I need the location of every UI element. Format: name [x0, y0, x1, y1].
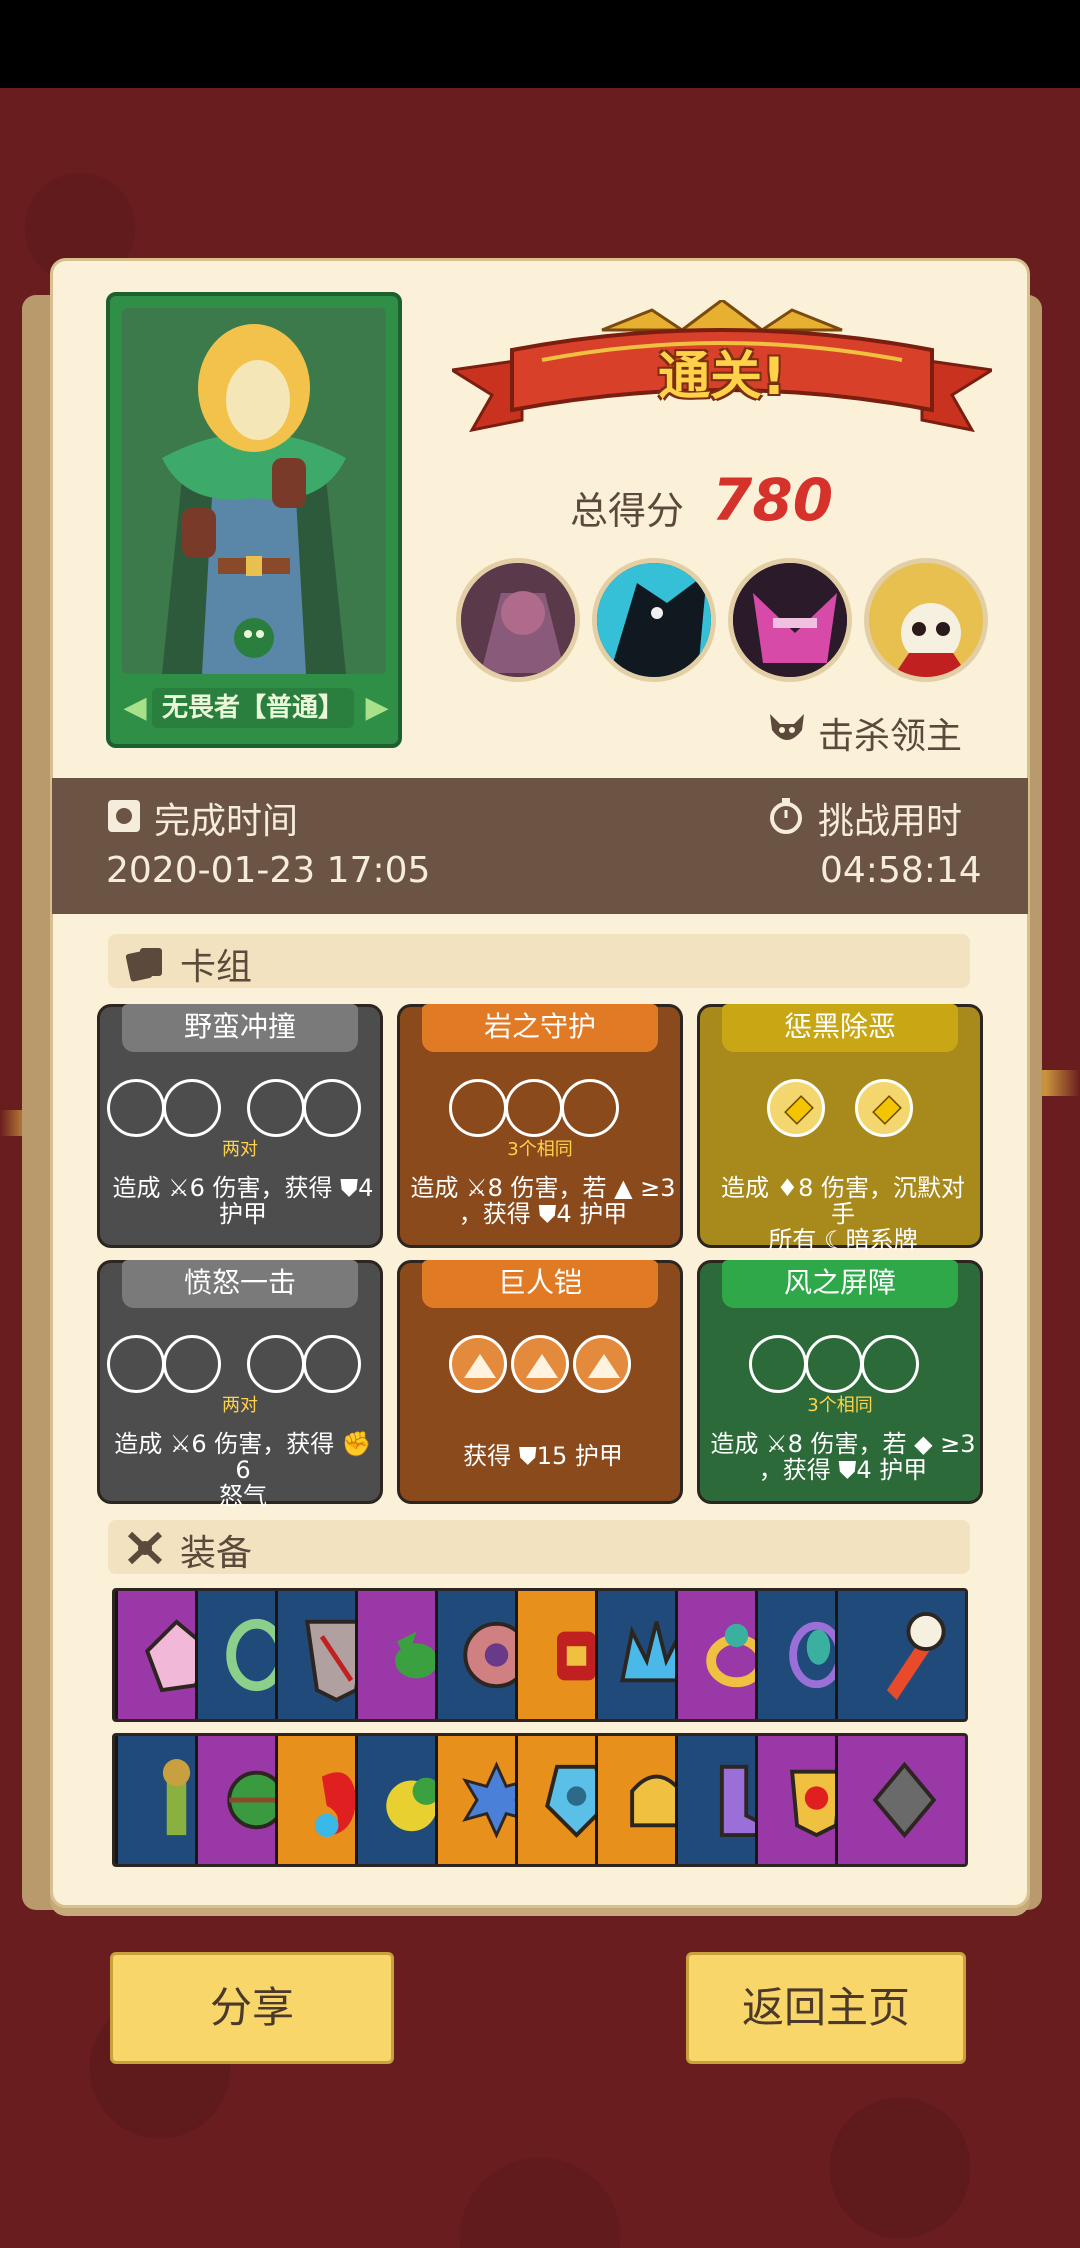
dice-slot — [805, 1335, 863, 1393]
deck-card-condition: 两对 — [222, 1395, 258, 1416]
desc-line: 所有 ☾暗系牌 — [768, 1226, 918, 1254]
deck-card-description: 获得 ⛊15 护甲 — [410, 1443, 676, 1469]
deck-card[interactable]: 风之屏障 3个相同 造成 ⚔8 伤害，若 ◆ ≥3 ，获得 ⛊4 护甲 — [697, 1260, 983, 1504]
deck-card-name: 惩黑除恶 — [722, 1004, 958, 1052]
deck-card-description: 造成 ⚔6 伤害，获得 ✊6 怒气 — [110, 1431, 376, 1509]
dice-slots — [700, 1079, 980, 1137]
dice-slot — [505, 1079, 563, 1137]
deck-card-name: 野蛮冲撞 — [122, 1004, 358, 1052]
desc-line: 造成 ♦8 伤害，沉默对手 — [720, 1174, 966, 1228]
victory-banner: 通关! — [447, 298, 997, 450]
cards-icon — [125, 948, 162, 982]
dice-slot — [303, 1335, 361, 1393]
deck-card[interactable]: 野蛮冲撞 两对 造成 ⚔6 伤害，获得 ⛊4 护甲 — [97, 1004, 383, 1248]
desc-line: ，获得 ⛊4 护甲 — [458, 1200, 628, 1228]
deck-card-description: 造成 ♦8 伤害，沉默对手 所有 ☾暗系牌 — [710, 1175, 976, 1253]
hero-next-arrow-icon[interactable]: ▶ — [362, 688, 392, 728]
desc-line: 造成 ⚔6 伤害，获得 ✊6 — [114, 1430, 372, 1484]
dice-slot — [561, 1079, 619, 1137]
crossed-weapons-icon — [127, 1531, 163, 1565]
share-button[interactable]: 分享 — [110, 1952, 394, 2064]
deck-card[interactable]: 愤怒一击 两对 造成 ⚔6 伤害，获得 ✊6 怒气 — [97, 1260, 383, 1509]
dice-slots — [700, 1335, 980, 1393]
boss-portrait-3[interactable] — [728, 558, 852, 682]
equipment-title: 装备 — [180, 1533, 253, 1574]
time-bar: 完成时间 2020-01-23 17:05 挑战用时 04:58:14 — [52, 778, 1028, 914]
deck-card-description: 造成 ⚔6 伤害，获得 ⛊4 护甲 — [110, 1175, 376, 1227]
hero-name: 无畏者【普通】 — [152, 688, 354, 728]
earth-die-icon — [511, 1335, 569, 1393]
deck-card-condition: 两对 — [222, 1139, 258, 1160]
hero-card[interactable]: ◀ 无畏者【普通】 ▶ — [106, 292, 402, 748]
stopwatch-icon — [770, 798, 802, 834]
calendar-icon — [108, 800, 140, 832]
dice-slots — [100, 1335, 380, 1393]
dice-slot — [247, 1079, 305, 1137]
desc-line: ，获得 ⛊4 护甲 — [758, 1456, 928, 1484]
deck-card-condition: 3个相同 — [507, 1139, 573, 1160]
deck-card-name: 巨人铠 — [422, 1260, 658, 1308]
boss-portrait-2[interactable] — [592, 558, 716, 682]
status-bar — [0, 0, 1080, 88]
deck-card-description: 造成 ⚔8 伤害，若 ◆ ≥3 ，获得 ⛊4 护甲 — [710, 1431, 976, 1483]
deck-section-header: 卡组 — [108, 934, 970, 988]
hero-portrait — [122, 308, 386, 674]
equipment-section-header: 装备 — [108, 1520, 970, 1574]
dice-slot — [449, 1079, 507, 1137]
deck-card-name: 风之屏障 — [722, 1260, 958, 1308]
return-home-button[interactable]: 返回主页 — [686, 1952, 966, 2064]
earth-die-icon — [573, 1335, 631, 1393]
deck-card[interactable]: 惩黑除恶 造成 ♦8 伤害，沉默对手 所有 ☾暗系牌 — [697, 1004, 983, 1253]
duration-value: 04:58:14 — [820, 850, 982, 891]
deck-card-name: 岩之守护 — [422, 1004, 658, 1052]
dice-slots — [400, 1335, 680, 1393]
dice-slot — [749, 1335, 807, 1393]
skull-rocket-icon[interactable] — [835, 1591, 965, 1719]
light-die-icon — [767, 1079, 825, 1137]
deck-card-name: 愤怒一击 — [122, 1260, 358, 1308]
deck-title: 卡组 — [180, 947, 253, 988]
dice-slot — [107, 1335, 165, 1393]
dice-slots — [100, 1079, 380, 1137]
finish-time-label: 完成时间 — [154, 801, 299, 842]
deck-card-description: 造成 ⚔8 伤害，若 ▲ ≥3 ，获得 ⛊4 护甲 — [410, 1175, 676, 1227]
dice-slot — [163, 1335, 221, 1393]
finish-time-value: 2020-01-23 17:05 — [106, 850, 431, 891]
desc-line: 造成 ⚔8 伤害，若 ▲ ≥3 — [410, 1174, 676, 1202]
dice-slot — [303, 1079, 361, 1137]
equipment-row-1 — [112, 1588, 968, 1722]
boss-portrait-1[interactable] — [456, 558, 580, 682]
duration-label: 挑战用时 — [818, 801, 963, 842]
boss-skull-icon — [770, 714, 804, 740]
boss-portrait-4[interactable] — [864, 558, 988, 682]
dice-slot — [163, 1079, 221, 1137]
deck-card[interactable]: 巨人铠 获得 ⛊15 护甲 — [397, 1260, 683, 1504]
score-value: 780 — [712, 466, 834, 534]
earth-die-icon — [449, 1335, 507, 1393]
dice-slots — [400, 1079, 680, 1137]
dice-slot — [861, 1335, 919, 1393]
deck-card-condition: 3个相同 — [807, 1395, 873, 1416]
score-label: 总得分 — [570, 489, 685, 533]
desc-line: 造成 ⚔8 伤害，若 ◆ ≥3 — [710, 1430, 976, 1458]
desc-line: 怒气 — [219, 1482, 267, 1510]
light-die-icon — [855, 1079, 913, 1137]
deck-card[interactable]: 岩之守护 3个相同 造成 ⚔8 伤害，若 ▲ ≥3 ，获得 ⛊4 护甲 — [397, 1004, 683, 1248]
victory-text: 通关! — [658, 347, 786, 407]
dark-gem-icon[interactable] — [835, 1736, 965, 1864]
desc-line: 获得 ⛊15 护甲 — [463, 1442, 623, 1470]
kill-lords-label: 击杀领主 — [818, 716, 963, 757]
dice-slot — [107, 1079, 165, 1137]
equipment-row-2 — [112, 1733, 968, 1867]
desc-line: 护甲 — [219, 1200, 267, 1228]
hero-prev-arrow-icon[interactable]: ◀ — [120, 688, 150, 728]
desc-line: 造成 ⚔6 伤害，获得 ⛊4 — [112, 1174, 374, 1202]
dice-slot — [247, 1335, 305, 1393]
